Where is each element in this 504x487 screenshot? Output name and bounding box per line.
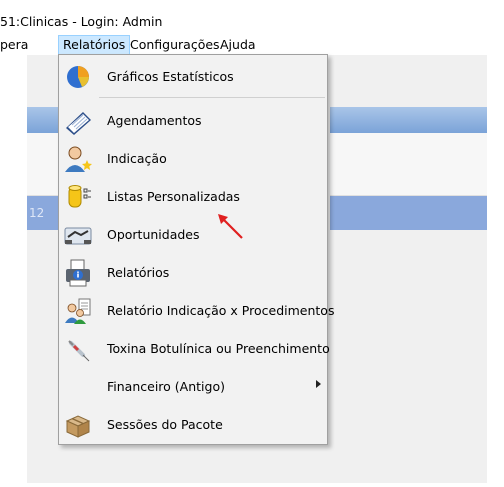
database-list-icon — [63, 182, 93, 212]
menu-item-label: Relatório Indicação x Procedimentos — [107, 303, 335, 318]
menu-item-label: Gráficos Estatísticos — [107, 69, 234, 84]
menu-item-agendamentos[interactable]: Agendamentos — [59, 105, 327, 137]
menu-item-listas-personalizadas[interactable]: Listas Personalizadas — [59, 181, 327, 213]
menu-item-label: Toxina Botulínica ou Preenchimento — [107, 341, 330, 356]
user-star-icon — [63, 144, 93, 174]
calendar-icon — [63, 106, 93, 136]
menu-item-graficos-estatisticos[interactable]: Gráficos Estatísticos — [59, 61, 327, 93]
menu-bar: pera Relatórios Configurações Ajuda — [0, 35, 504, 55]
menu-item-indicacao[interactable]: Indicação — [59, 143, 327, 175]
grid-header-left — [27, 107, 60, 133]
menu-item-financeiro-antigo[interactable]: Financeiro (Antigo) — [59, 371, 327, 403]
menu-item-toxina-botulinica[interactable]: Toxina Botulínica ou Preenchimento — [59, 333, 330, 365]
menu-item-label: Indicação — [107, 151, 167, 166]
menu-item-label: Financeiro (Antigo) — [107, 379, 225, 394]
pie-chart-icon — [63, 62, 93, 92]
printer-info-icon — [63, 258, 93, 288]
handshake-icon — [63, 220, 93, 250]
syringe-icon — [63, 334, 93, 364]
grid-row-right — [330, 133, 487, 196]
menu-item-label: Sessões do Pacote — [107, 417, 223, 432]
menu-item-label: Oportunidades — [107, 227, 200, 242]
grid-selected-row-left[interactable]: 12 — [27, 196, 60, 230]
window-title: 51:Clinicas - Login: Admin — [0, 14, 163, 29]
menu-file-partial[interactable]: pera — [0, 35, 28, 55]
menu-item-label: Relatórios — [107, 265, 170, 280]
menu-configuracoes[interactable]: Configurações — [130, 35, 220, 55]
users-document-icon — [63, 296, 93, 326]
menu-item-oportunidades[interactable]: Oportunidades — [59, 219, 327, 251]
submenu-arrow-icon — [316, 380, 321, 388]
menu-item-relatorios[interactable]: Relatórios — [59, 257, 327, 289]
menu-item-label: Listas Personalizadas — [107, 189, 240, 204]
grid-selected-row-right[interactable] — [330, 196, 487, 230]
menu-separator — [99, 97, 325, 98]
annotation-arrow-icon — [218, 214, 243, 239]
menu-item-relatorio-indicacao-procedimentos[interactable]: Relatório Indicação x Procedimentos — [59, 295, 334, 327]
menu-relatorios[interactable]: Relatórios — [58, 35, 131, 55]
menu-item-label: Agendamentos — [107, 113, 202, 128]
grid-row-left — [27, 133, 60, 196]
menu-item-sessoes-pacote[interactable]: Sessões do Pacote — [59, 409, 327, 441]
relatorios-dropdown-menu: Gráficos Estatísticos Agendamentos Indic… — [58, 54, 334, 445]
menu-ajuda[interactable]: Ajuda — [220, 35, 256, 55]
grid-header-right — [330, 107, 487, 133]
package-icon — [63, 410, 93, 440]
